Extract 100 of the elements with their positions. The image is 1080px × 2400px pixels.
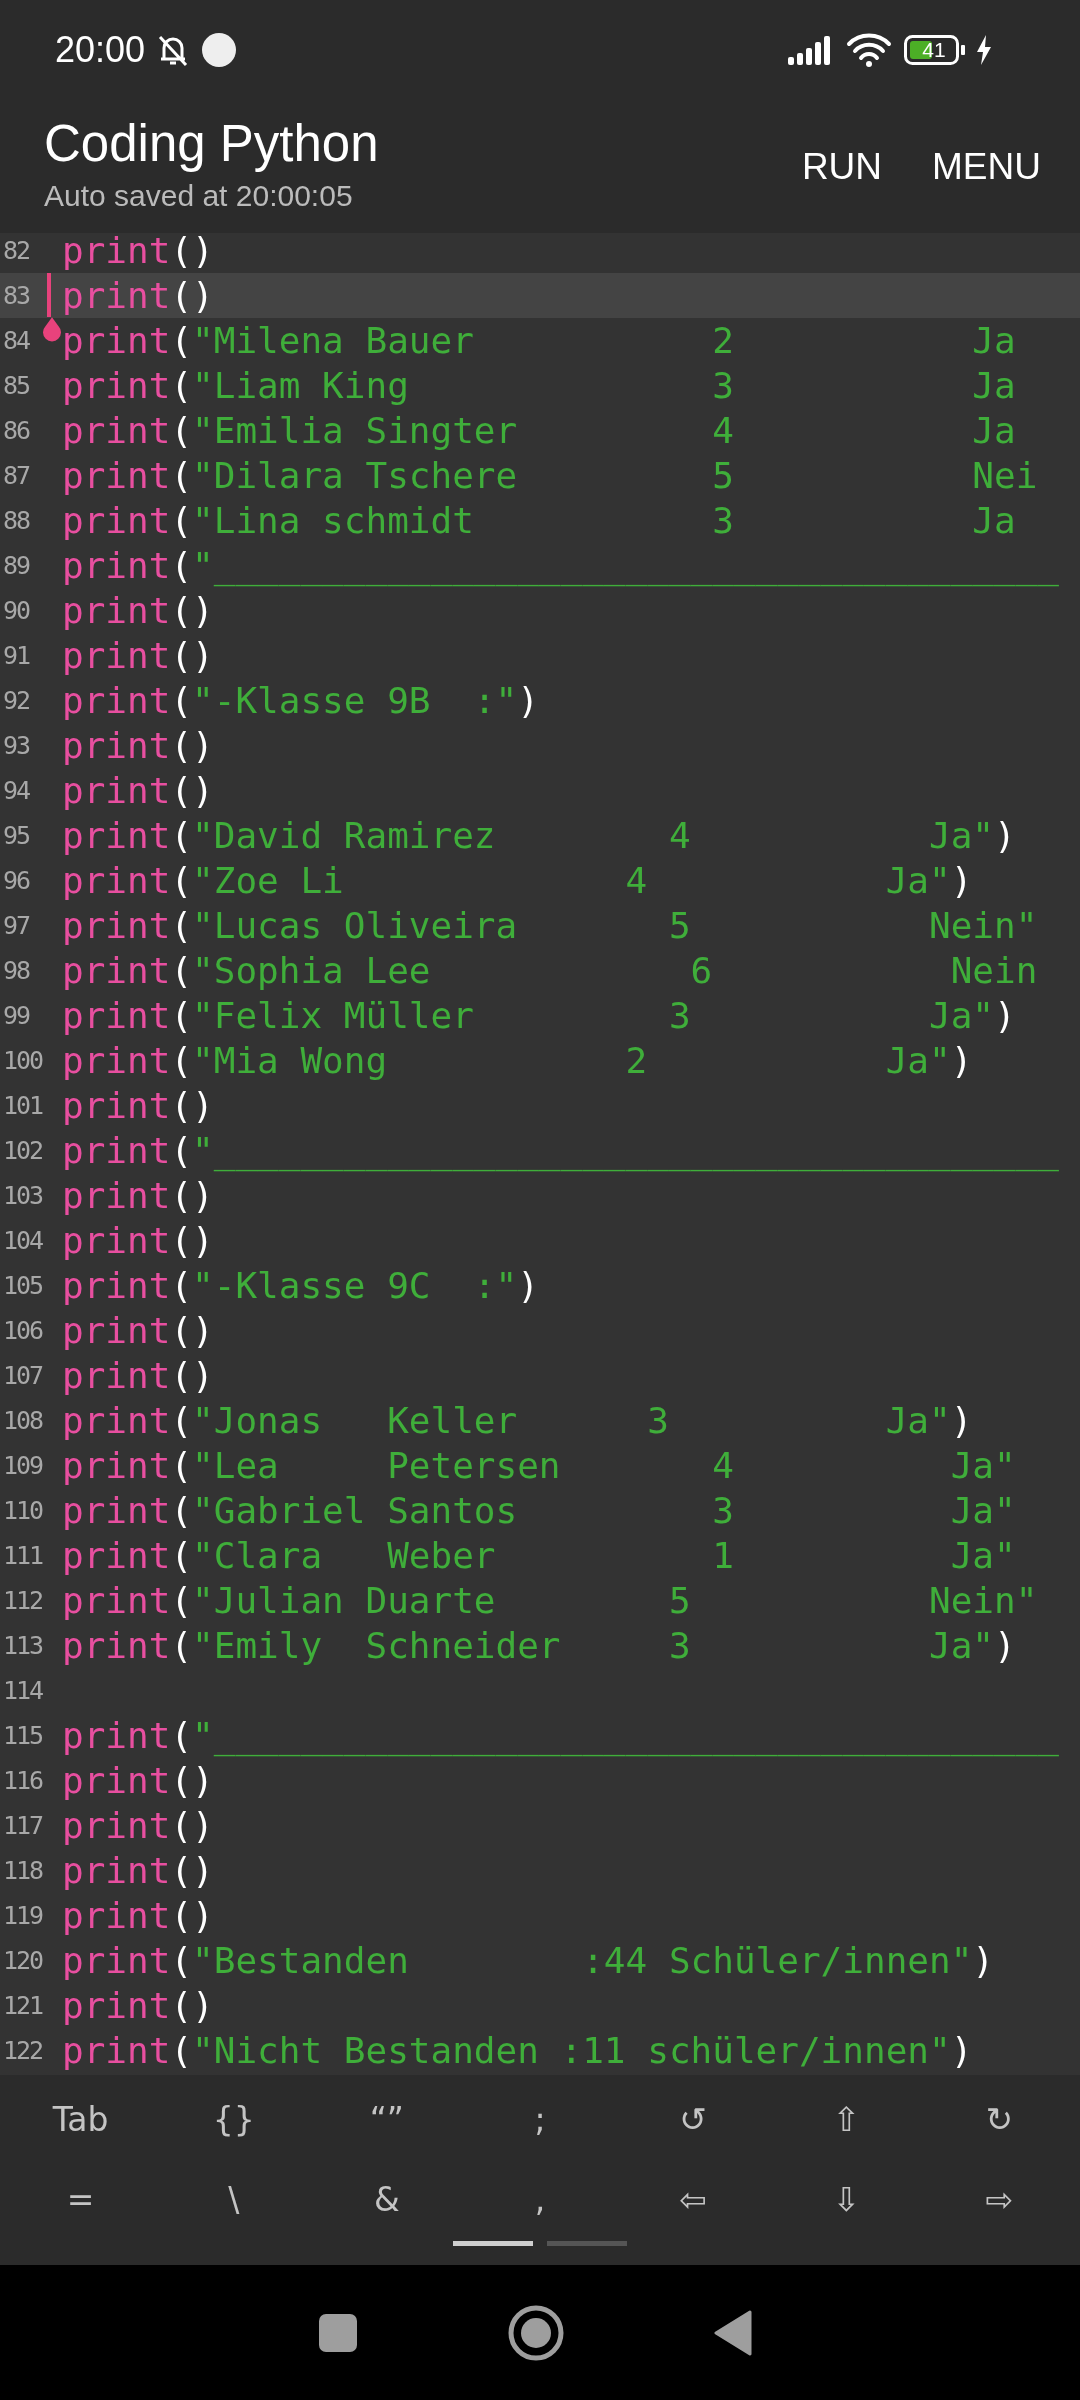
key-button[interactable]: & [310, 2159, 464, 2239]
code-line[interactable]: print() [62, 1218, 214, 1263]
line-number: 96 [2, 866, 31, 895]
line-number: 110 [2, 1496, 42, 1525]
code-line[interactable]: print() [62, 1893, 214, 1938]
code-line[interactable]: print("Sophia Lee 6 Nein [62, 948, 1038, 993]
key-button[interactable]: ⇧ [769, 2079, 923, 2159]
line-number: 87 [2, 461, 31, 490]
home-button[interactable] [508, 2304, 564, 2361]
code-line[interactable]: print("Jonas Keller 3 Ja") [62, 1398, 973, 1443]
code-line[interactable]: print() [62, 233, 214, 273]
text-cursor [47, 273, 51, 317]
key-button[interactable]: = [4, 2159, 158, 2239]
line-number: 83 [2, 281, 31, 310]
code-line[interactable]: print("Felix Müller 3 Ja") [62, 993, 1016, 1038]
line-number: 94 [2, 776, 31, 805]
key-button[interactable]: ⇩ [769, 2159, 923, 2239]
code-line[interactable]: print() [62, 273, 214, 318]
line-number: 84 [2, 326, 31, 355]
line-number: 88 [2, 506, 31, 535]
line-number: 120 [2, 1946, 42, 1975]
key-button[interactable]: , [463, 2159, 617, 2239]
line-number: 101 [2, 1091, 42, 1120]
code-line[interactable]: print() [62, 1308, 214, 1353]
code-line[interactable]: print("Lea Petersen 4 Ja" [62, 1443, 1016, 1488]
code-line[interactable]: print() [62, 723, 214, 768]
code-line[interactable]: print("-Klasse 9B :") [62, 678, 539, 723]
line-number: 107 [2, 1361, 42, 1390]
dot-icon [201, 32, 238, 68]
line-number: 114 [2, 1676, 42, 1705]
wifi-icon [846, 33, 892, 67]
autosave-status: Auto saved at 20:00:05 [44, 179, 354, 213]
code-line[interactable]: print("_______________________________________ [62, 543, 1059, 588]
line-number: 89 [2, 551, 31, 580]
line-number: 112 [2, 1586, 42, 1615]
code-line[interactable]: print() [62, 1983, 214, 2028]
code-line[interactable]: print() [62, 1758, 214, 1803]
line-number: 91 [2, 641, 31, 670]
cursor-handle[interactable] [43, 317, 61, 342]
code-line[interactable]: print() [62, 768, 214, 813]
key-button[interactable]: ↺ [616, 2079, 770, 2159]
code-line[interactable]: print("Clara Weber 1 Ja" [62, 1533, 1016, 1578]
code-line[interactable]: print("Julian Duarte 5 Nein" [62, 1578, 1038, 1623]
code-line[interactable]: print("Emily Schneider 3 Ja") [62, 1623, 1016, 1668]
app-title: Coding Python [44, 114, 379, 173]
code-line[interactable]: print("Bestanden :44 Schüler/innen") [62, 1938, 994, 1983]
code-line[interactable]: print("Mia Wong 2 Ja") [62, 1038, 973, 1083]
key-button[interactable]: “” [310, 2079, 464, 2159]
line-number: 106 [2, 1316, 42, 1345]
key-button[interactable]: ; [463, 2079, 617, 2159]
line-number: 92 [2, 686, 31, 715]
line-number: 85 [2, 371, 31, 400]
line-number: 82 [2, 236, 31, 265]
key-button[interactable]: ↻ [922, 2079, 1076, 2159]
code-line[interactable]: print() [62, 1173, 214, 1218]
code-line[interactable]: print() [62, 1803, 214, 1848]
code-line[interactable]: print("David Ramirez 4 Ja") [62, 813, 1016, 858]
code-line[interactable]: print("Zoe Li 4 Ja") [62, 858, 973, 903]
line-number: 109 [2, 1451, 42, 1480]
menu-button[interactable]: MENU [928, 137, 1045, 196]
code-line[interactable]: print() [62, 1353, 214, 1398]
code-line[interactable]: print("Nicht Bestanden :11 schüler/innen") [62, 2028, 973, 2073]
key-button[interactable]: ⇦ [616, 2159, 770, 2239]
code-line[interactable]: print("Lina schmidt 3 Ja [62, 498, 1016, 543]
code-line[interactable]: print() [62, 1083, 214, 1128]
code-line[interactable]: print("Liam King 3 Ja [62, 363, 1016, 408]
line-number: 122 [2, 2036, 42, 2065]
line-number: 105 [2, 1271, 42, 1300]
line-number: 116 [2, 1766, 42, 1795]
code-line[interactable]: print() [62, 633, 214, 678]
line-number: 117 [2, 1811, 42, 1840]
line-number: 115 [2, 1721, 42, 1750]
recents-button[interactable] [318, 2312, 358, 2353]
line-number: 113 [2, 1631, 42, 1660]
code-line[interactable]: print("_______________________________________ [62, 1128, 1059, 1173]
line-number: 102 [2, 1136, 42, 1165]
line-number: 108 [2, 1406, 42, 1435]
run-button[interactable]: RUN [797, 137, 887, 196]
line-number: 119 [2, 1901, 42, 1930]
code-line[interactable]: print("Lucas Oliveira 5 Nein" [62, 903, 1038, 948]
code-line[interactable]: print("Emilia Singter 4 Ja [62, 408, 1016, 453]
back-button[interactable] [714, 2309, 752, 2356]
line-number: 95 [2, 821, 31, 850]
line-number: 86 [2, 416, 31, 445]
code-line[interactable]: print("Milena Bauer 2 Ja [62, 318, 1016, 363]
code-line[interactable]: print() [62, 1848, 214, 1893]
line-number: 103 [2, 1181, 42, 1210]
key-button[interactable]: \ [157, 2159, 311, 2239]
key-button[interactable]: ⇨ [922, 2159, 1076, 2239]
code-line[interactable]: print() [62, 588, 214, 633]
code-line[interactable]: print("Dilara Tschere 5 Nei [62, 453, 1038, 498]
code-line[interactable]: print("Gabriel Santos 3 Ja" [62, 1488, 1016, 1533]
line-number: 111 [2, 1541, 42, 1570]
key-button[interactable]: Tab [4, 2079, 158, 2159]
line-number: 93 [2, 731, 31, 760]
line-number: 104 [2, 1226, 42, 1255]
key-button[interactable]: {} [157, 2079, 311, 2159]
code-line[interactable]: print("-Klasse 9C :") [62, 1263, 539, 1308]
code-line[interactable]: print("_______________________________________ [62, 1713, 1059, 1758]
line-number: 100 [2, 1046, 42, 1075]
